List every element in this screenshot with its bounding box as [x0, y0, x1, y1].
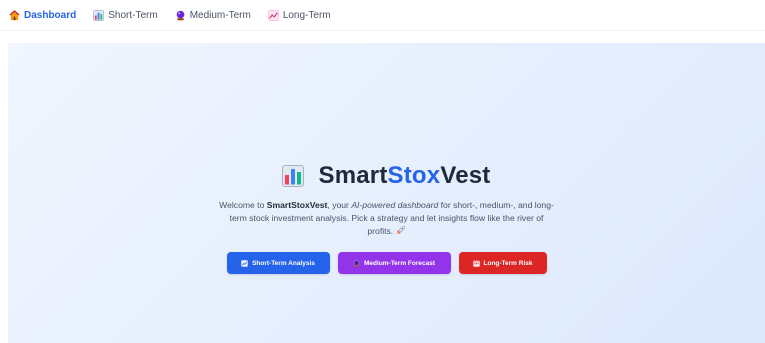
strategy-buttons: Short-Term Analysis Medium-Term Forecast… — [226, 252, 547, 274]
nav-long-term-label: Long-Term — [282, 9, 331, 21]
nav-short-term-label: Short-Term — [108, 9, 158, 21]
hero-description: Welcome to SmartStoxVest, your AI-powere… — [217, 199, 557, 238]
medium-term-forecast-label: Medium-Term Forecast — [363, 259, 436, 267]
desc-brand: SmartStoxVest — [266, 200, 328, 210]
crystal-ball-icon — [175, 10, 186, 21]
title-part-vest: Vest — [440, 162, 491, 189]
medium-term-forecast-button[interactable]: Medium-Term Forecast — [337, 252, 451, 274]
title-part-smart: Smart — [318, 162, 388, 189]
nav-short-term[interactable]: Short-Term — [93, 9, 158, 21]
nav-dashboard[interactable]: Dashboard — [9, 10, 76, 21]
nav-dashboard-label: Dashboard — [24, 9, 77, 21]
house-icon — [9, 9, 20, 21]
nav-medium-term-label: Medium-Term — [189, 9, 251, 21]
long-term-risk-button[interactable]: Long-Term Risk — [458, 252, 547, 274]
line-chart-icon — [267, 9, 279, 21]
desc-mid: , your — [327, 200, 352, 210]
desc-intro: Welcome to — [219, 200, 267, 210]
long-term-risk-label: Long-Term Risk — [483, 259, 533, 267]
nav-medium-term[interactable]: Medium-Term — [175, 10, 251, 21]
title-part-stox: Stox — [387, 162, 441, 189]
page-title: SmartStoxVest — [318, 162, 490, 190]
desc-emphasis: AI-powered dashboard — [351, 200, 439, 210]
hero-section: SmartStoxVest Welcome to SmartStoxVest, … — [8, 43, 765, 343]
rocket-icon — [396, 226, 406, 236]
short-term-analysis-button[interactable]: Short-Term Analysis — [226, 252, 330, 274]
nav-long-term[interactable]: Long-Term — [267, 9, 331, 21]
bar-chart-icon — [282, 165, 305, 187]
calendar-icon — [472, 260, 480, 267]
chart-icon — [241, 259, 248, 267]
top-navigation: Dashboard Short-Term Medium-Term Long-Te… — [0, 0, 765, 31]
short-term-analysis-label: Short-Term Analysis — [252, 259, 315, 267]
crystal-ball-icon — [353, 259, 360, 267]
title-row: SmartStoxVest — [282, 162, 490, 190]
bar-chart-icon — [93, 9, 105, 21]
